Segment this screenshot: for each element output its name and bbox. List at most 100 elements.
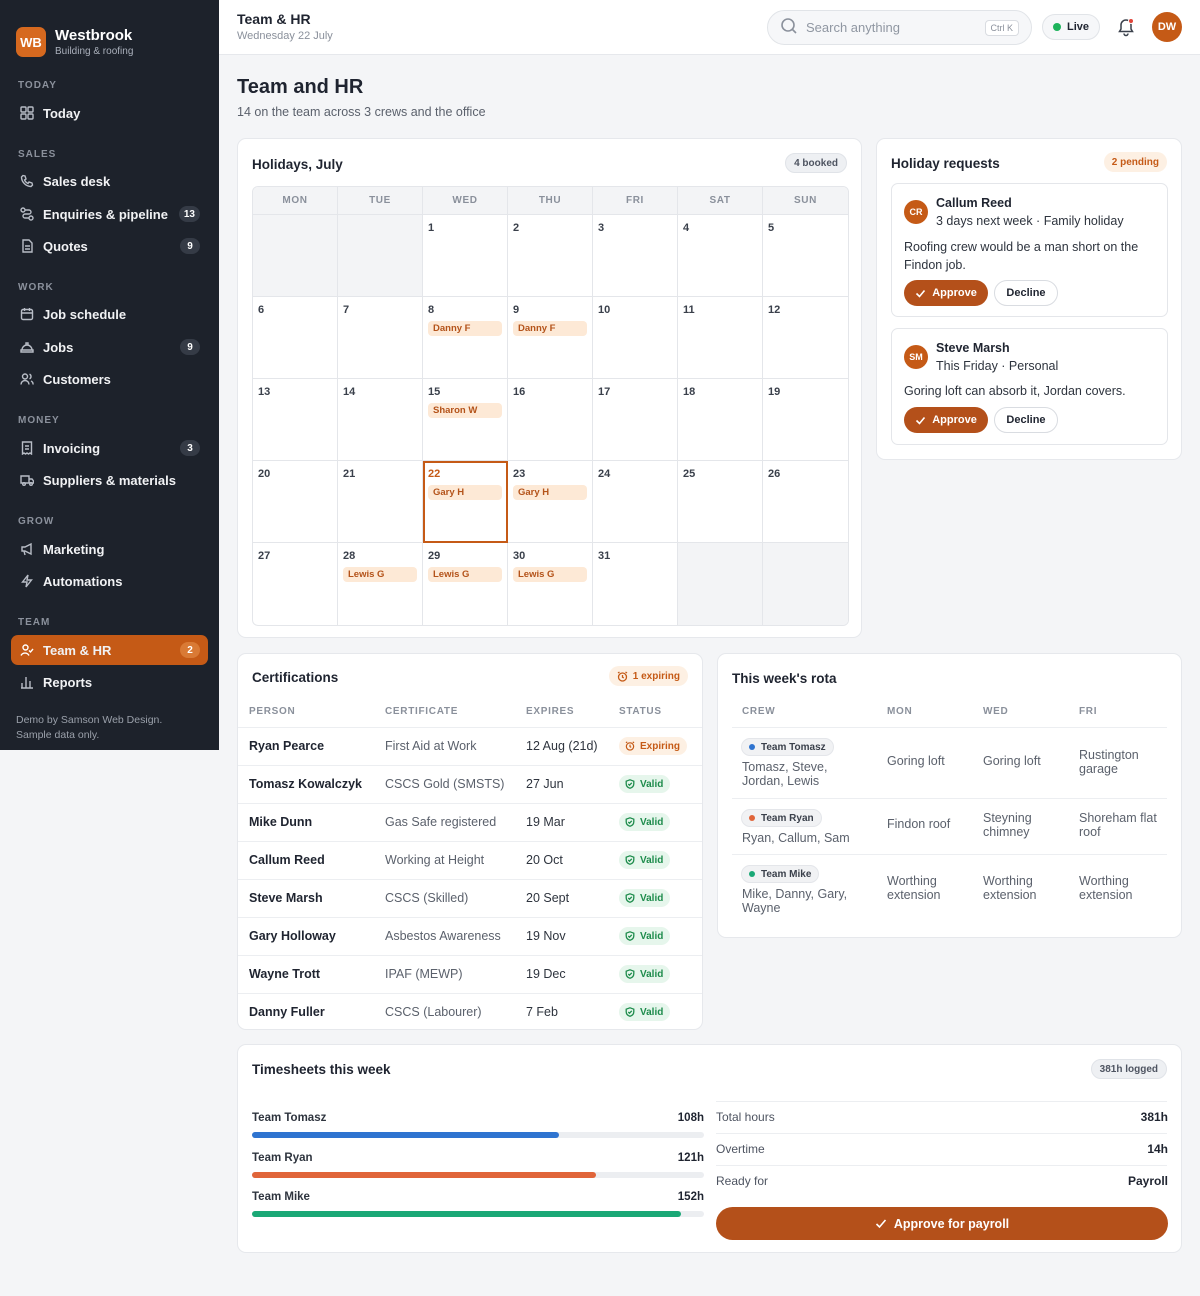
sidebar-item-quotes[interactable]: Quotes 9	[11, 231, 208, 261]
live-status[interactable]: Live	[1042, 14, 1100, 40]
status-badge: Valid	[619, 889, 671, 907]
alarm-icon	[625, 741, 635, 751]
count-badge: 13	[178, 206, 200, 222]
crew-chip[interactable]: Team Mike	[741, 865, 820, 883]
holiday-event[interactable]: Lewis G	[513, 567, 587, 582]
holiday-event[interactable]: Lewis G	[428, 567, 502, 582]
sidebar-item-customers[interactable]: Customers	[11, 364, 208, 394]
approve-payroll-button[interactable]: Approve for payroll	[716, 1207, 1168, 1240]
calendar-day[interactable]: 28 Lewis G	[338, 543, 423, 625]
calendar-day[interactable]: 18	[678, 379, 763, 461]
calendar-day[interactable]: 26	[763, 461, 848, 543]
search-input[interactable]: Search anything Ctrl K	[767, 10, 1032, 45]
summary-label: Ready for	[716, 1174, 769, 1188]
calendar-day[interactable]: 10	[593, 297, 678, 379]
shield-check-icon	[625, 1007, 635, 1017]
sidebar-item-team-hr[interactable]: Team & HR 2	[11, 635, 208, 665]
card-title: Holidays, July	[252, 157, 343, 172]
calendar-day[interactable]: 7	[338, 297, 423, 379]
calendar-day[interactable]: 23 Gary H	[508, 461, 593, 543]
column-header: PERSON	[249, 706, 296, 717]
holiday-request: SM Steve Marsh This Friday · Personal Go…	[891, 328, 1168, 445]
column-header: EXPIRES	[526, 706, 575, 717]
day-number: 15	[428, 386, 441, 398]
calendar-day[interactable]: 21	[338, 461, 423, 543]
sidebar-item-job-schedule[interactable]: Job schedule	[11, 299, 208, 329]
calendar-day[interactable]: 15 Sharon W	[423, 379, 508, 461]
brand[interactable]: WB Westbrook Building & roofing	[0, 0, 219, 66]
card-title: Holiday requests	[891, 156, 1000, 171]
calendar-day[interactable]: 8 Danny F	[423, 297, 508, 379]
crew-chip[interactable]: Team Tomasz	[741, 738, 834, 756]
sidebar-item-today[interactable]: Today	[11, 98, 208, 128]
calendar-day[interactable]: 27	[253, 543, 338, 625]
row-divider	[238, 841, 702, 842]
sidebar-item-automations[interactable]: Automations	[11, 566, 208, 596]
holiday-event[interactable]: Danny F	[428, 321, 502, 336]
calendar-day[interactable]: 14	[338, 379, 423, 461]
calendar-day[interactable]: 6	[253, 297, 338, 379]
crew-chip[interactable]: Team Ryan	[741, 809, 822, 827]
day-number: 23	[513, 468, 526, 480]
calendar-day[interactable]: 2	[508, 215, 593, 297]
sidebar-item-sales-desk[interactable]: Sales desk	[11, 166, 208, 196]
holiday-event[interactable]: Gary H	[428, 485, 502, 500]
day-number: 7	[343, 304, 350, 316]
calendar-day[interactable]: 13	[253, 379, 338, 461]
calendar-day[interactable]: 3	[593, 215, 678, 297]
calendar-day[interactable]: 20	[253, 461, 338, 543]
cert-expires: 19 Mar	[526, 815, 565, 829]
calendar-day[interactable]: 4	[678, 215, 763, 297]
holiday-event[interactable]: Danny F	[513, 321, 587, 336]
calendar-day[interactable]: 5	[763, 215, 848, 297]
calendar-day[interactable]: 25	[678, 461, 763, 543]
sidebar-item-label: Team & HR	[43, 642, 112, 658]
sidebar-item-reports[interactable]: Reports	[11, 667, 208, 697]
holiday-event[interactable]: Sharon W	[428, 403, 502, 418]
decline-button[interactable]: Decline	[994, 280, 1058, 306]
calendar-day[interactable]: 11	[678, 297, 763, 379]
sidebar-item-marketing[interactable]: Marketing	[11, 534, 208, 564]
calendar-day[interactable]: 19	[763, 379, 848, 461]
calendar-day[interactable]: 17	[593, 379, 678, 461]
calendar-day[interactable]: 30 Lewis G	[508, 543, 593, 625]
status-badge: Expiring	[619, 737, 688, 755]
calendar-day[interactable]: 9 Danny F	[508, 297, 593, 379]
sidebar-item-enquiries[interactable]: Enquiries & pipeline 13	[11, 199, 208, 229]
cert-name: Gas Safe registered	[385, 815, 497, 829]
sidebar-item-invoicing[interactable]: Invoicing 3	[11, 433, 208, 463]
footer-line: Sample data only.	[16, 729, 100, 741]
nav-section-team: TEAM	[18, 617, 51, 628]
sidebar-item-suppliers[interactable]: Suppliers & materials	[11, 465, 208, 495]
calendar-day[interactable]: 29 Lewis G	[423, 543, 508, 625]
holiday-event[interactable]: Lewis G	[343, 567, 417, 582]
calendar-day-today[interactable]: 22 Gary H	[423, 461, 508, 543]
cert-expires: 20 Sept	[526, 891, 570, 905]
timesheet-hours: 108h	[677, 1112, 704, 1124]
sidebar-item-jobs[interactable]: Jobs 9	[11, 332, 208, 362]
status-label: Valid	[640, 892, 664, 904]
calendar-day[interactable]: 24	[593, 461, 678, 543]
user-avatar[interactable]: DW	[1152, 12, 1182, 42]
approve-button[interactable]: Approve	[904, 407, 988, 433]
calendar-day[interactable]: 1	[423, 215, 508, 297]
calendar-day[interactable]: 16	[508, 379, 593, 461]
holiday-event[interactable]: Gary H	[513, 485, 587, 500]
approve-button[interactable]: Approve	[904, 280, 988, 306]
crew-name: Team Ryan	[761, 812, 814, 824]
rota-assignment: Steyning chimney	[983, 811, 1032, 839]
bell-icon[interactable]	[1116, 17, 1136, 37]
day-number: 2	[513, 222, 520, 234]
users-icon	[19, 371, 35, 387]
day-number: 22	[428, 468, 441, 480]
brand-subtitle: Building & roofing	[55, 46, 134, 57]
decline-button[interactable]: Decline	[994, 407, 1058, 433]
sidebar-item-label: Invoicing	[43, 440, 101, 456]
timesheet-bar	[252, 1132, 704, 1138]
live-dot-icon	[1052, 23, 1061, 31]
calendar-day[interactable]: 12	[763, 297, 848, 379]
row-divider	[716, 1101, 1167, 1102]
calendar-day[interactable]: 31	[593, 543, 678, 625]
hardhat-icon	[19, 339, 35, 355]
sidebar-item-label: Sales desk	[43, 173, 111, 189]
